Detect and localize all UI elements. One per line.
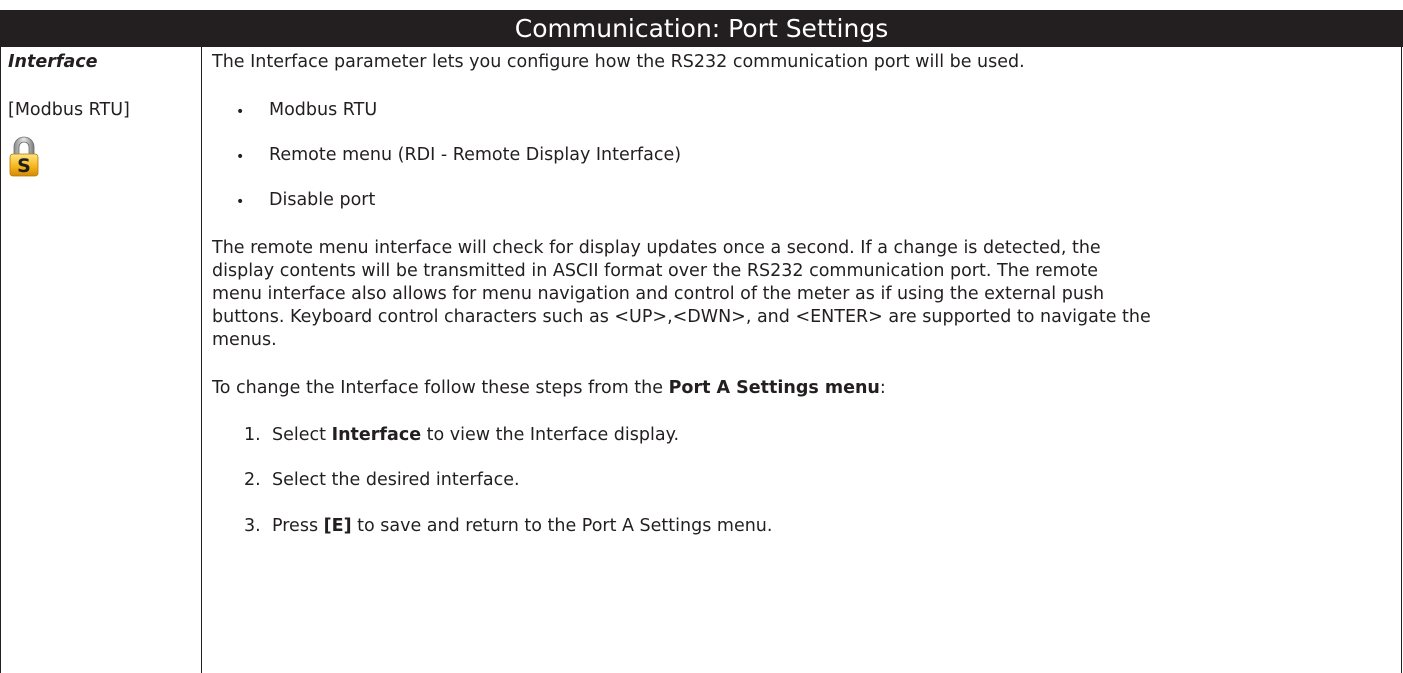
paragraph-line: The remote menu interface will check for… — [212, 238, 1101, 258]
paragraph-line: menus. — [212, 330, 277, 350]
paragraph-line: display contents will be transmitted in … — [212, 261, 1099, 281]
padlock-s-icon: S — [9, 136, 39, 177]
bullet-icon: • — [236, 194, 245, 210]
parameter-name: Interface — [8, 52, 98, 72]
lock-letter: S — [17, 155, 31, 177]
parameter-default-value: [Modbus RTU] — [8, 100, 130, 120]
table-border-right — [1401, 47, 1402, 673]
parameter-table: Communication: Port Settings Interface [… — [0, 10, 1403, 673]
paragraph-line: buttons. Keyboard control characters suc… — [212, 307, 1151, 327]
column-divider — [201, 47, 202, 673]
section-header: Communication: Port Settings — [0, 10, 1403, 47]
paragraph-line: menu interface also allows for menu navi… — [212, 284, 1105, 304]
bullet-icon: • — [236, 104, 245, 120]
bullet-icon: • — [236, 149, 245, 165]
menu-name: Port A Settings menu — [668, 378, 880, 398]
steps-intro: To change the Interface follow these ste… — [212, 378, 886, 398]
table-border-left — [0, 47, 1, 673]
intro-text: The Interface parameter lets you configu… — [212, 52, 1025, 72]
